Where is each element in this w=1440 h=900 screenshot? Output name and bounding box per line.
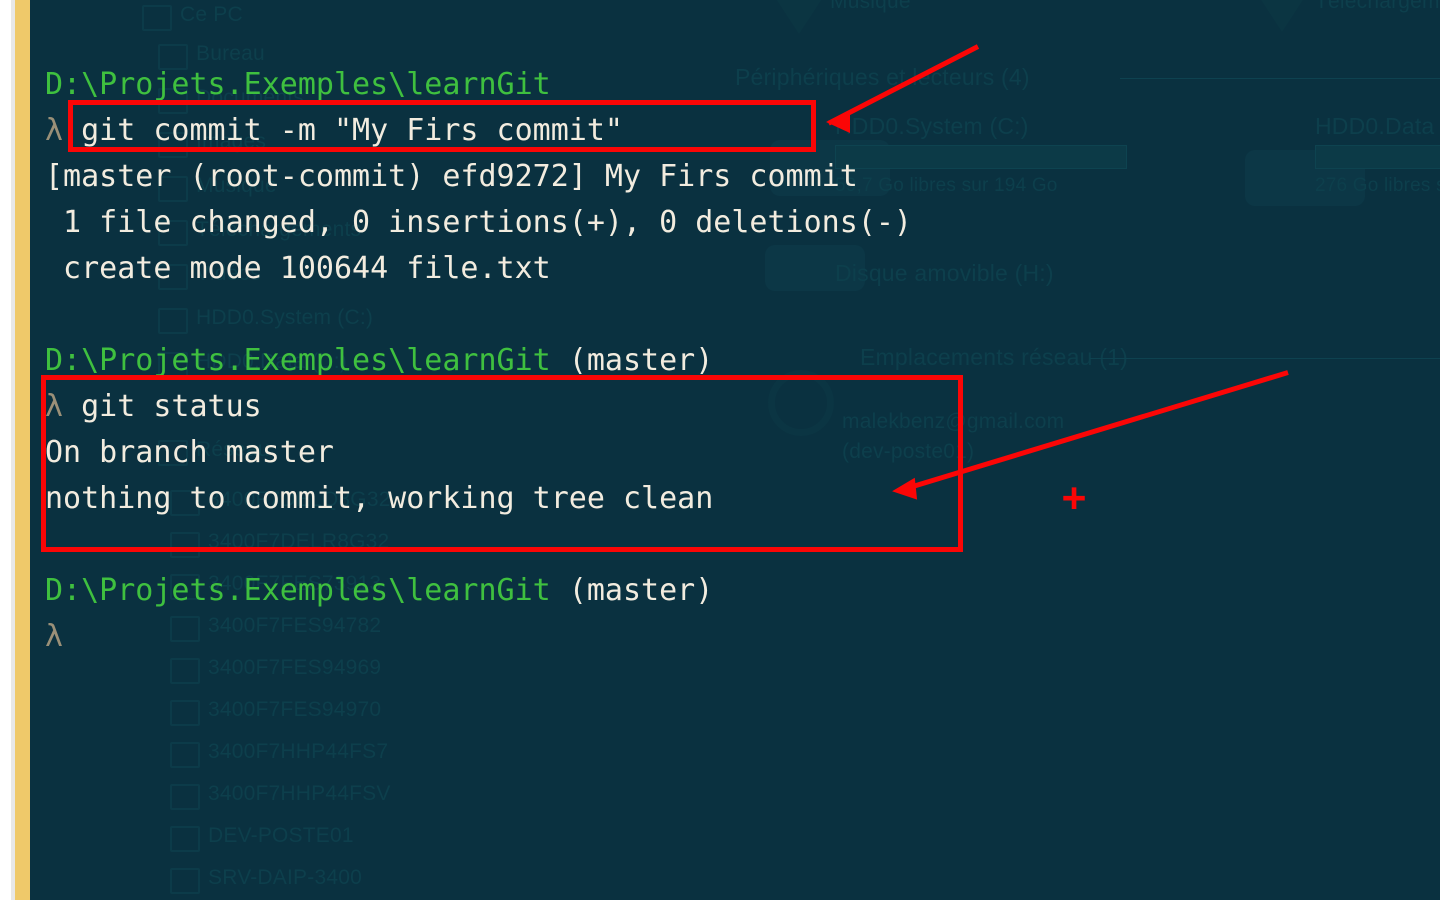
lambda-prompt-1: λ: [45, 113, 64, 148]
crosshair-cursor: +: [1062, 475, 1087, 521]
terminal-line-create-mode: create mode 100644 file.txt: [45, 246, 551, 292]
window-accent-bar: [15, 0, 30, 900]
command-git-commit[interactable]: git commit -m "My Firs commit": [63, 113, 623, 148]
terminal-line-path-2: D:\Projets.Exemples\learnGit (master): [45, 338, 713, 384]
terminal-output[interactable]: D:\Projets.Exemples\learnGit λ git commi…: [30, 0, 1440, 900]
output-file-changed: 1 file changed, 0 insertions(+), 0 delet…: [45, 205, 912, 240]
screen: Ce PC Bureau Documents Images Musique Té…: [0, 0, 1440, 900]
annotation-arrow-bottom-head: [890, 477, 918, 503]
terminal-line-commit-result: [master (root-commit) efd9272] My Firs c…: [45, 154, 858, 200]
lambda-prompt-2: λ: [45, 389, 64, 424]
lambda-prompt-3: λ: [45, 619, 64, 654]
terminal-line-command-status[interactable]: λ git status: [45, 384, 262, 430]
terminal-line-path-1: D:\Projets.Exemples\learnGit: [45, 62, 551, 108]
terminal-line-active-prompt[interactable]: λ: [45, 614, 63, 660]
prompt-path-1: D:\Projets.Exemples\learnGit: [45, 67, 551, 102]
prompt-path-3: D:\Projets.Exemples\learnGit: [45, 573, 551, 608]
terminal-line-nothing-to-commit: nothing to commit, working tree clean: [45, 476, 713, 522]
output-working-tree-clean: nothing to commit, working tree clean: [45, 481, 714, 516]
branch-indicator-2: (master): [550, 573, 714, 608]
terminal-line-command-commit[interactable]: λ git commit -m "My Firs commit": [45, 108, 623, 154]
terminal-line-path-3: D:\Projets.Exemples\learnGit (master): [45, 568, 713, 614]
prompt-path-2: D:\Projets.Exemples\learnGit: [45, 343, 551, 378]
desktop-left-edge: [0, 0, 11, 900]
branch-indicator-1: (master): [550, 343, 714, 378]
command-git-status[interactable]: git status: [63, 389, 262, 424]
output-create-mode: create mode 100644 file.txt: [45, 251, 551, 286]
annotation-arrow-top-head: [826, 111, 850, 133]
output-on-branch: On branch master: [45, 435, 334, 470]
terminal-line-on-branch: On branch master: [45, 430, 334, 476]
terminal-line-file-changed: 1 file changed, 0 insertions(+), 0 delet…: [45, 200, 912, 246]
output-commit-hash: [master (root-commit) efd9272] My Firs c…: [45, 159, 858, 194]
